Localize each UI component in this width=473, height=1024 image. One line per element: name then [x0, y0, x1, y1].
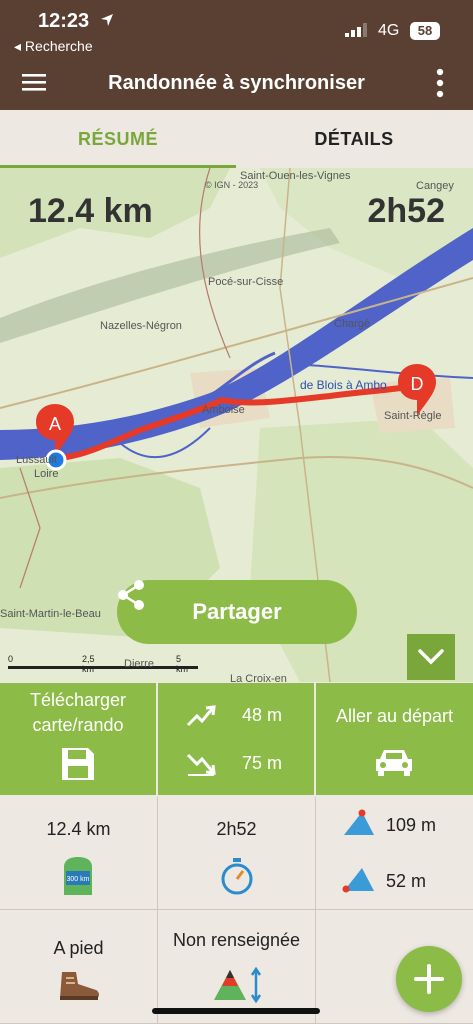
difficulty-icon	[214, 966, 262, 1004]
go-to-start-button[interactable]: Aller au départ	[316, 683, 473, 795]
distance-marker-text: 300 km	[67, 876, 90, 883]
stat-difficulty-cell: Non renseignée	[158, 910, 316, 1024]
network-type: 4G	[378, 22, 400, 39]
signal-icon	[345, 23, 367, 37]
save-disk-icon	[62, 748, 94, 780]
stat-difficulty: Non renseignée	[172, 930, 301, 950]
descent-value: 75 m	[242, 753, 283, 773]
tab-bar: RÉSUMÉ DÉTAILS	[0, 110, 473, 168]
map-place-label: Saint-Règle	[384, 410, 442, 422]
scale-start: 0	[8, 654, 14, 664]
more-options-icon[interactable]	[436, 68, 444, 98]
location-arrow-icon	[101, 14, 113, 26]
min-altitude-icon	[342, 868, 374, 893]
stat-duration: 2h52	[216, 819, 257, 839]
max-altitude: 109 m	[386, 815, 437, 835]
add-button[interactable]	[396, 946, 462, 1012]
start-marker-letter: A	[49, 414, 61, 434]
home-indicator	[152, 1008, 320, 1014]
download-map-button[interactable]: Télécharger carte/rando	[0, 683, 156, 795]
download-label-line1: Télécharger	[29, 690, 127, 710]
battery-icon: 58	[410, 22, 440, 40]
action-buttons-row: Télécharger carte/rando 48 m 75 m Aller …	[0, 683, 473, 796]
map-copyright: © IGN - 2023	[205, 180, 259, 190]
distance-marker-icon: 300 km	[64, 857, 92, 895]
end-marker-letter: D	[411, 374, 424, 394]
collapse-map-button[interactable]	[407, 634, 455, 680]
share-icon	[118, 580, 144, 610]
map-place-label: La Croix-en	[230, 673, 287, 682]
stopwatch-icon	[221, 858, 253, 895]
download-label-line2: carte/rando	[32, 715, 124, 735]
map-place-label: Dierre	[124, 658, 154, 670]
map-place-label: Loire	[34, 468, 59, 480]
map-place-label: Amboise	[202, 404, 245, 416]
tab-resume[interactable]: RÉSUMÉ	[0, 110, 236, 168]
back-to-app-link[interactable]: ◂ Recherche	[14, 38, 93, 55]
stat-duration-cell: 2h52	[158, 797, 316, 910]
map-place-label: Chargé	[334, 318, 371, 330]
plus-icon	[414, 964, 444, 994]
scale-end: 5 km	[176, 654, 188, 674]
map-place-label: Pocé-sur-Cisse	[208, 276, 284, 288]
stat-mode-cell: A pied	[0, 910, 158, 1024]
stat-altitude-cell: 109 m 52 m	[316, 797, 473, 910]
ascent-value: 48 m	[242, 705, 283, 725]
ascent-icon	[186, 705, 216, 727]
tab-details[interactable]: DÉTAILS	[236, 110, 472, 168]
status-time: 12:23	[38, 10, 90, 32]
map-duration-label: 2h52	[367, 192, 446, 230]
map-place-label: Saint-Martin-le-Beau	[0, 608, 101, 620]
elevation-summary: 48 m 75 m	[158, 683, 314, 795]
min-altitude: 52 m	[386, 871, 427, 891]
hiking-boot-icon	[60, 972, 99, 1000]
go-to-start-label: Aller au départ	[335, 706, 454, 726]
page-title: Randonnée à synchroniser	[108, 72, 365, 94]
car-icon	[376, 750, 412, 776]
share-label: Partager	[192, 599, 282, 624]
map-distance-label: 12.4 km	[28, 192, 153, 230]
stat-distance: 12.4 km	[46, 819, 111, 839]
map-place-label: Lussault	[16, 454, 57, 466]
stat-distance-cell: 12.4 km 300 km	[0, 797, 158, 910]
descent-icon	[186, 753, 216, 776]
scale-mid: 2,5 km	[82, 654, 95, 674]
route-name-label: de Blois à Ambo	[300, 378, 387, 392]
max-altitude-icon	[344, 809, 374, 835]
share-button[interactable]: Partager	[117, 580, 357, 644]
stat-mode: A pied	[53, 938, 104, 958]
map-place-label: Cangey	[416, 180, 454, 192]
app-header: 12:23 ◂ Recherche 4G 58 Randonnée à sync…	[0, 0, 473, 110]
trail-map[interactable]: A D 12.4 km 2h52 Saint-Ouen-les-Vignes C…	[0, 168, 473, 682]
chevron-down-icon	[418, 649, 444, 665]
map-place-label: Nazelles-Négron	[100, 320, 182, 332]
